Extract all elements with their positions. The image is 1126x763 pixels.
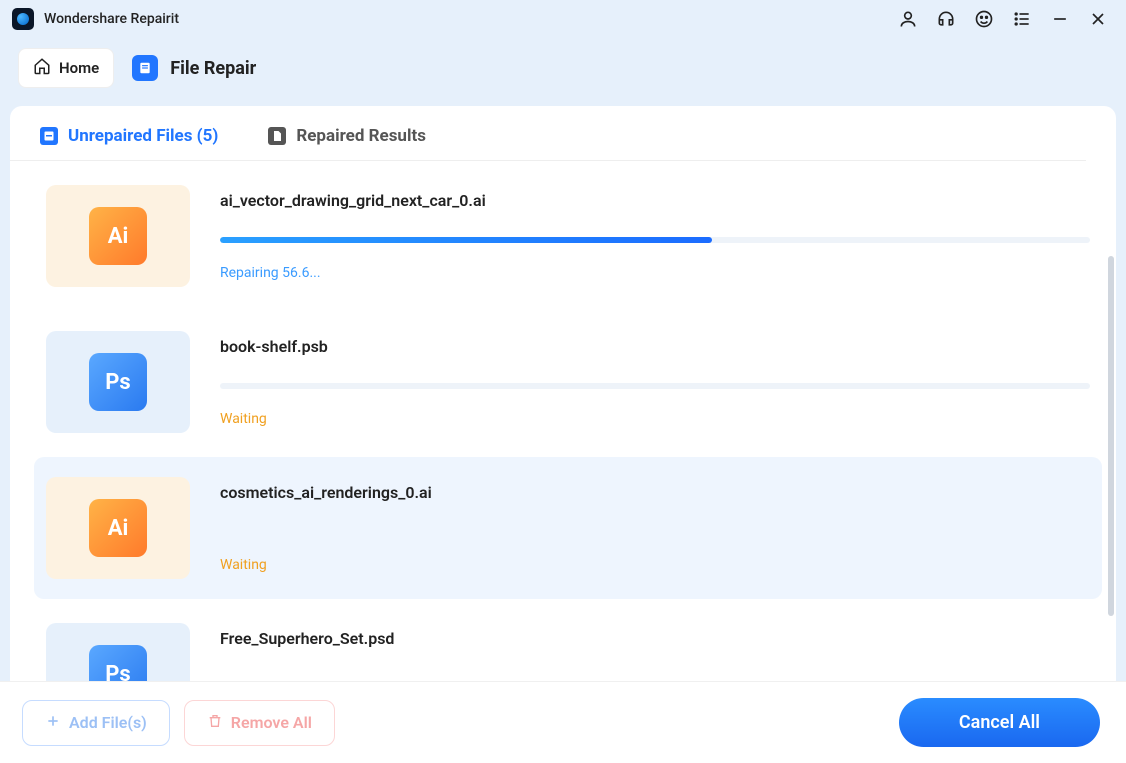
account-icon[interactable] [898,9,918,29]
support-icon[interactable] [936,9,956,29]
progress-bar [220,237,1090,243]
titlebar-left: Wondershare Repairit [12,8,179,30]
titlebar-right [898,9,1108,29]
module-label: File Repair [170,58,256,79]
footer: Add File(s) Remove All Cancel All [0,681,1126,763]
footer-left: Add File(s) Remove All [22,700,335,746]
titlebar: Wondershare Repairit [0,0,1126,38]
app-title: Wondershare Repairit [44,11,179,27]
menu-icon[interactable] [1012,9,1032,29]
file-row[interactable]: Ps book-shelf.psb Waiting [34,311,1102,453]
repaired-tab-icon [268,127,286,145]
file-thumbnail: Ai [46,477,190,579]
ps-icon: Ps [89,353,147,411]
file-name: cosmetics_ai_renderings_0.ai [220,483,1090,502]
file-status: Repairing 56.6... [220,265,1090,281]
file-row[interactable]: Ps Free_Superhero_Set.psd Waiting [34,603,1102,681]
file-list: Ai ai_vector_drawing_grid_next_car_0.ai … [10,161,1116,681]
minimize-icon[interactable] [1050,9,1070,29]
file-row[interactable]: Ai ai_vector_drawing_grid_next_car_0.ai … [34,165,1102,307]
file-thumbnail: Ai [46,185,190,287]
tab-repaired-label: Repaired Results [296,126,426,146]
tab-unrepaired[interactable]: Unrepaired Files (5) [40,126,218,146]
file-status: Waiting [220,557,1090,573]
cancel-all-label: Cancel All [959,712,1040,733]
tab-repaired[interactable]: Repaired Results [268,126,426,146]
home-button[interactable]: Home [18,48,114,88]
ai-icon: Ai [89,207,147,265]
remove-all-button[interactable]: Remove All [184,700,335,746]
add-files-label: Add File(s) [69,713,147,732]
file-name: Free_Superhero_Set.psd [220,629,1090,648]
main-panel: Unrepaired Files (5) Repaired Results Ai… [10,106,1116,692]
file-row[interactable]: Ai cosmetics_ai_renderings_0.ai Waiting [34,457,1102,599]
module-title: File Repair [132,55,256,81]
file-info: Free_Superhero_Set.psd Waiting [220,623,1090,681]
file-thumbnail: Ps [46,623,190,681]
home-icon [33,57,51,79]
file-status: Waiting [220,411,1090,427]
file-info: cosmetics_ai_renderings_0.ai Waiting [220,477,1090,579]
remove-all-label: Remove All [231,713,312,732]
file-name: book-shelf.psb [220,337,1090,356]
tabs: Unrepaired Files (5) Repaired Results [10,106,1086,161]
plus-icon [45,713,61,733]
app-logo [12,8,34,30]
scrollbar[interactable] [1108,256,1114,636]
ps-icon: Ps [89,645,147,681]
cancel-all-button[interactable]: Cancel All [899,698,1100,747]
header: Home File Repair [0,38,1126,106]
home-label: Home [59,59,99,77]
file-name: ai_vector_drawing_grid_next_car_0.ai [220,191,1090,210]
trash-icon [207,713,223,733]
tab-unrepaired-label: Unrepaired Files (5) [68,126,218,146]
progress-bar [220,383,1090,389]
scrollbar-thumb[interactable] [1108,256,1114,616]
close-icon[interactable] [1088,9,1108,29]
file-info: ai_vector_drawing_grid_next_car_0.ai Rep… [220,185,1090,287]
unrepaired-tab-icon [40,127,58,145]
progress-fill [220,237,712,243]
file-thumbnail: Ps [46,331,190,433]
file-repair-icon [132,55,158,81]
ai-icon: Ai [89,499,147,557]
add-files-button[interactable]: Add File(s) [22,700,170,746]
file-info: book-shelf.psb Waiting [220,331,1090,433]
feedback-icon[interactable] [974,9,994,29]
